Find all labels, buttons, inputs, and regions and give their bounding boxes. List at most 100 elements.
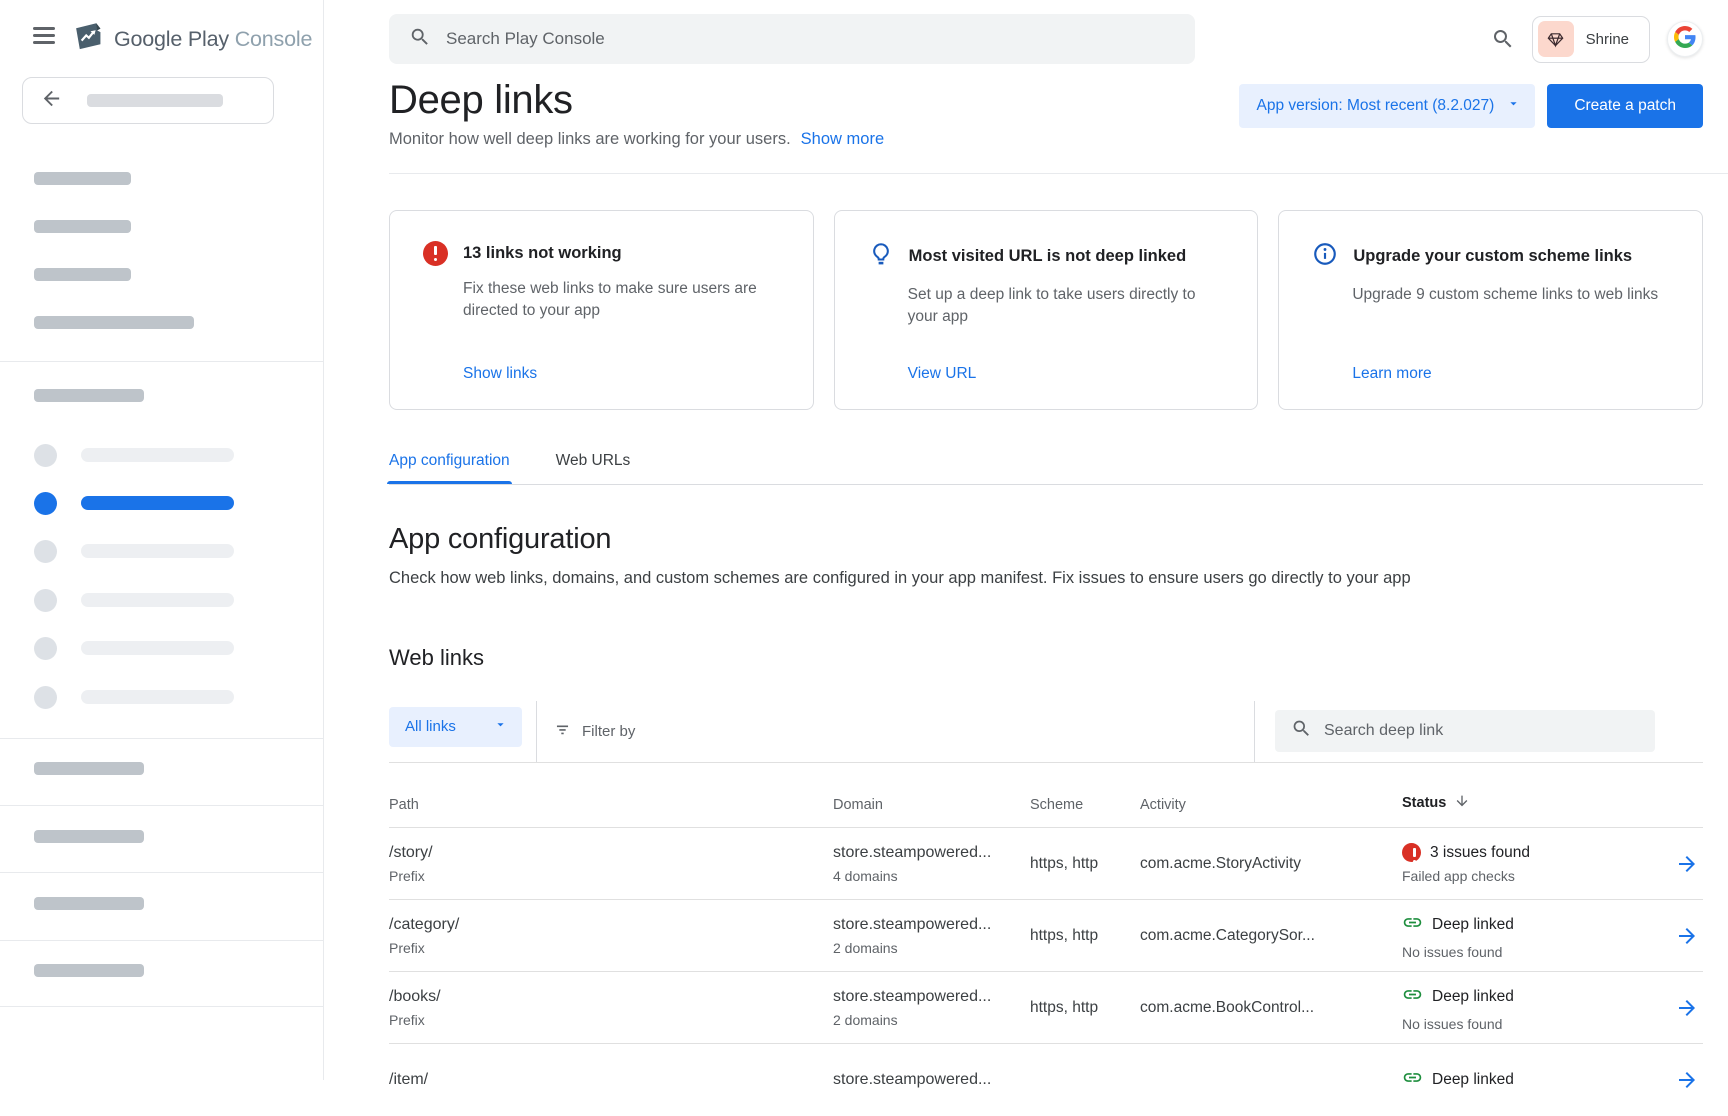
divider (389, 173, 1728, 174)
card-body: Fix these web links to make sure users a… (463, 278, 781, 322)
sidebar-nav-item-active[interactable] (34, 479, 294, 527)
tab-app-configuration[interactable]: App configuration (389, 452, 510, 484)
status-value: Deep linked (1432, 988, 1514, 1006)
table-header: Path Domain Scheme Activity Status (389, 763, 1703, 828)
domain-count: 4 domains (833, 868, 1030, 884)
show-more-link[interactable]: Show more (801, 130, 884, 148)
chevron-down-icon (1506, 96, 1521, 116)
console-search-box[interactable] (389, 14, 1195, 64)
activity-value: com.acme.BookControl... (1140, 999, 1402, 1017)
scheme-value: https, http (1030, 999, 1140, 1017)
row-arrow-icon[interactable] (1675, 1068, 1699, 1092)
error-icon (1402, 843, 1421, 862)
play-console-logo[interactable]: Google Play Console (72, 20, 312, 58)
filter-bar: All links Filter by (389, 701, 1703, 763)
skeleton-bar (34, 220, 131, 233)
table-row[interactable]: /books/ Prefix store.steampowered... 2 d… (389, 972, 1703, 1044)
skeleton-bar (34, 762, 144, 775)
web-links-heading: Web links (389, 645, 1703, 671)
sidebar: Google Play Console (0, 0, 324, 1080)
domain-count: 2 domains (833, 1012, 1030, 1028)
app-selector-chip[interactable]: Shrine (1532, 16, 1650, 63)
menu-icon[interactable] (33, 27, 55, 45)
activity-value: com.acme.StoryActivity (1140, 855, 1402, 873)
app-version-dropdown[interactable]: App version: Most recent (8.2.027) (1239, 84, 1536, 128)
main-content: Shrine Deep links Monitor how well deep … (325, 0, 1728, 1080)
table-row[interactable]: /category/ Prefix store.steampowered... … (389, 900, 1703, 972)
filter-by-button[interactable]: Filter by (537, 720, 635, 743)
path-type: Prefix (389, 940, 833, 956)
search-icon-button[interactable] (1491, 27, 1515, 51)
console-search-input[interactable] (446, 29, 1175, 49)
show-links-link[interactable]: Show links (463, 365, 783, 383)
filter-icon (553, 720, 572, 743)
status-value: 3 issues found (1430, 844, 1530, 862)
skeleton-bar (34, 897, 144, 910)
sidebar-nav-item[interactable] (34, 576, 294, 624)
create-patch-button[interactable]: Create a patch (1547, 84, 1703, 128)
status-value: Deep linked (1432, 916, 1514, 934)
card-title: Upgrade your custom scheme links (1353, 247, 1632, 266)
deep-link-search-box[interactable] (1275, 710, 1655, 752)
skeleton-bar (34, 964, 144, 977)
column-header-status[interactable]: Status (1402, 793, 1650, 813)
column-header-domain[interactable]: Domain (833, 797, 1030, 813)
search-icon (409, 26, 431, 53)
skeleton-bar (87, 94, 223, 107)
path-value: /story/ (389, 844, 833, 862)
card-body: Set up a deep link to take users directl… (908, 284, 1226, 328)
tab-web-urls[interactable]: Web URLs (556, 452, 631, 484)
row-arrow-icon[interactable] (1675, 996, 1699, 1020)
deep-link-icon (1402, 912, 1423, 938)
section-description: Check how web links, domains, and custom… (389, 569, 1703, 588)
column-header-activity[interactable]: Activity (1140, 797, 1402, 813)
tab-bar: App configuration Web URLs (389, 452, 1703, 485)
google-account-avatar[interactable] (1667, 21, 1703, 57)
card-title: 13 links not working (463, 244, 622, 263)
learn-more-link[interactable]: Learn more (1352, 365, 1672, 383)
alert-card-upgrade-schemes: Upgrade your custom scheme links Upgrade… (1278, 210, 1703, 410)
path-type: Prefix (389, 1012, 833, 1028)
play-console-logo-icon (72, 20, 105, 58)
page-subtitle: Monitor how well deep links are working … (389, 130, 791, 148)
skeleton-bar (34, 389, 144, 402)
skeleton-bar (34, 268, 131, 281)
back-navigation[interactable] (22, 77, 274, 124)
view-url-link[interactable]: View URL (908, 365, 1228, 383)
sidebar-nav-item[interactable] (34, 624, 294, 672)
divider (0, 738, 324, 739)
divider (0, 1006, 324, 1007)
card-body: Upgrade 9 custom scheme links to web lin… (1352, 284, 1670, 306)
search-icon (1291, 718, 1312, 744)
domain-value: store.steampowered... (833, 1071, 1030, 1089)
back-arrow-icon (40, 87, 63, 115)
status-detail: No issues found (1402, 944, 1650, 960)
domain-value: store.steampowered... (833, 988, 1030, 1006)
alert-card-links-not-working: 13 links not working Fix these web links… (389, 210, 814, 410)
deep-link-search-input[interactable] (1324, 722, 1639, 740)
sidebar-nav-item[interactable] (34, 673, 294, 721)
row-arrow-icon[interactable] (1675, 852, 1699, 876)
divider (0, 940, 324, 941)
path-type: Prefix (389, 868, 833, 884)
skeleton-bar (34, 830, 144, 843)
row-arrow-icon[interactable] (1675, 924, 1699, 948)
links-filter-dropdown[interactable]: All links (389, 707, 522, 747)
status-value: Deep linked (1432, 1071, 1514, 1089)
sidebar-nav-item[interactable] (34, 431, 294, 479)
lightbulb-icon (868, 241, 894, 272)
column-header-path[interactable]: Path (389, 797, 833, 813)
table-row[interactable]: /story/ Prefix store.steampowered... 4 d… (389, 828, 1703, 900)
table-row[interactable]: /item/ store.steampowered... Deep linked (389, 1044, 1703, 1116)
topbar: Shrine (389, 14, 1703, 64)
shrine-app-icon (1538, 21, 1574, 57)
sidebar-nav-item[interactable] (34, 527, 294, 575)
section-title: App configuration (389, 523, 1703, 556)
deep-link-icon (1402, 984, 1423, 1010)
chevron-down-icon (493, 717, 508, 736)
scheme-value: https, http (1030, 927, 1140, 945)
path-value: /books/ (389, 988, 833, 1006)
column-header-scheme[interactable]: Scheme (1030, 797, 1140, 813)
play-console-logo-text: Google Play Console (114, 27, 312, 52)
domain-value: store.steampowered... (833, 844, 1030, 862)
